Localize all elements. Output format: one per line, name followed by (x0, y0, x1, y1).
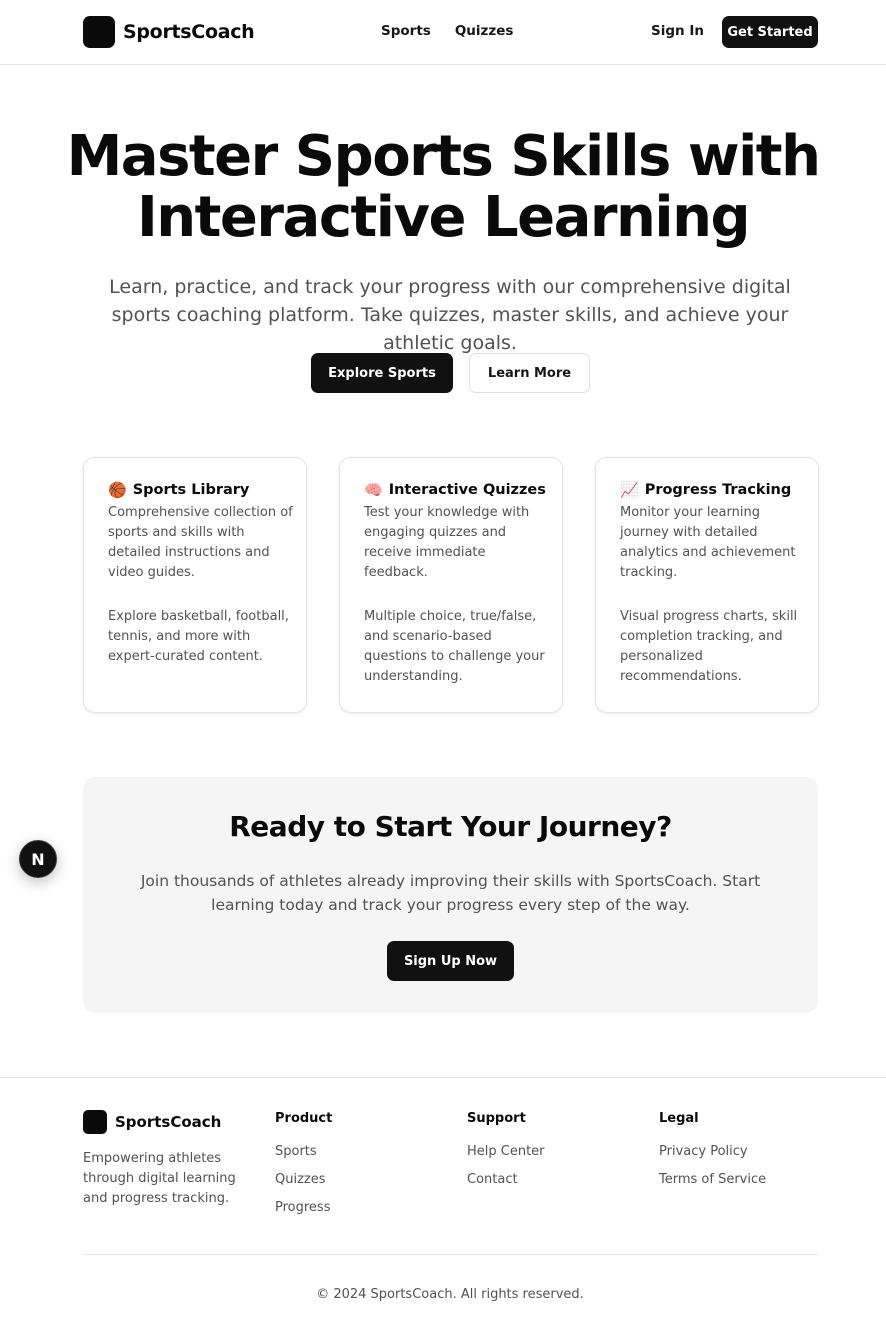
hero-subtitle: Learn, practice, and track your progress… (109, 276, 791, 354)
nextjs-dev-tools-button[interactable]: N (19, 840, 57, 878)
feature-detail: Explore basketball, football, tennis, an… (108, 609, 289, 664)
learn-more-button[interactable]: Learn More (469, 353, 590, 393)
feature-detail: Multiple choice, true/false, and scenari… (364, 609, 545, 684)
footer-column-product: Product Sports Quizzes Progress (275, 1111, 332, 1228)
footer-bottom-divider (83, 1254, 818, 1255)
footer-divider (0, 1077, 886, 1078)
footer-link-terms-of-service[interactable]: Terms of Service (659, 1172, 766, 1188)
nav-link-sports[interactable]: Sports (381, 23, 431, 39)
footer-tagline: Empowering athletes through digital lear… (83, 1151, 236, 1206)
feature-description: Comprehensive collection of sports and s… (108, 505, 293, 580)
feature-description: Monitor your learning journey with detai… (620, 505, 796, 580)
footer-column-title: Legal (659, 1111, 699, 1126)
nav-link-quizzes[interactable]: Quizzes (455, 23, 514, 39)
feature-title-sports-library: Sports Library (132, 482, 250, 498)
feature-card-title: 📈 Progress Tracking (620, 481, 806, 499)
copyright-text: © 2024 SportsCoach. All rights reserved. (316, 1287, 584, 1302)
footer-column-support: Support Help Center Contact (467, 1111, 545, 1200)
footer-link-privacy-policy[interactable]: Privacy Policy (659, 1144, 766, 1160)
hero-title: Master Sports Skills with Interactive Le… (0, 126, 886, 248)
explore-sports-button[interactable]: Explore Sports (311, 353, 453, 393)
feature-card-title: 🏀 Sports Library (108, 481, 294, 499)
cta-section: Ready to Start Your Journey? Join thousa… (83, 777, 818, 1013)
footer-link-progress[interactable]: Progress (275, 1200, 332, 1216)
footer-column-title: Support (467, 1111, 526, 1126)
footer-link-help-center[interactable]: Help Center (467, 1144, 545, 1160)
brain-icon: 🧠 (364, 481, 383, 499)
footer-link-contact[interactable]: Contact (467, 1172, 545, 1188)
footer-brand[interactable]: SportsCoach (83, 1110, 221, 1134)
hero-title-line-2: Interactive Learning (136, 185, 751, 250)
sign-up-now-button[interactable]: Sign Up Now (387, 941, 514, 981)
logo-icon (83, 16, 115, 48)
sign-in-link[interactable]: Sign In (651, 23, 704, 39)
footer-column-legal: Legal Privacy Policy Terms of Service (659, 1111, 766, 1200)
basketball-icon: 🏀 (108, 481, 127, 499)
hero-title-line-1: Master Sports Skills with (66, 124, 821, 189)
cta-title: Ready to Start Your Journey? (229, 810, 672, 843)
get-started-button[interactable]: Get Started (722, 16, 818, 48)
chart-increasing-icon: 📈 (620, 481, 639, 499)
footer-link-sports[interactable]: Sports (275, 1144, 332, 1160)
main-nav: Sports Quizzes (381, 23, 513, 39)
site-header: SportsCoach Sports Quizzes Sign In Get S… (0, 0, 886, 65)
feature-description: Test your knowledge with engaging quizze… (364, 505, 530, 580)
feature-card-sports-library: 🏀 Sports Library Comprehensive collectio… (83, 457, 307, 713)
feature-title-interactive-quizzes: Interactive Quizzes (388, 482, 546, 498)
footer-brand-name: SportsCoach (115, 1113, 222, 1131)
brand-logo-link[interactable]: SportsCoach (83, 16, 255, 48)
footer-link-quizzes[interactable]: Quizzes (275, 1172, 332, 1188)
feature-card-interactive-quizzes: 🧠 Interactive Quizzes Test your knowledg… (339, 457, 563, 713)
feature-card-title: 🧠 Interactive Quizzes (364, 481, 550, 499)
brand-name: SportsCoach (123, 21, 255, 43)
footer-column-title: Product (275, 1111, 333, 1126)
feature-detail: Visual progress charts, skill completion… (620, 609, 798, 684)
footer-logo-icon (83, 1110, 107, 1134)
n-logo-icon: N (31, 849, 45, 869)
cta-text: Join thousands of athletes already impro… (140, 872, 761, 914)
feature-title-progress-tracking: Progress Tracking (644, 482, 792, 498)
feature-card-progress-tracking: 📈 Progress Tracking Monitor your learnin… (595, 457, 819, 713)
